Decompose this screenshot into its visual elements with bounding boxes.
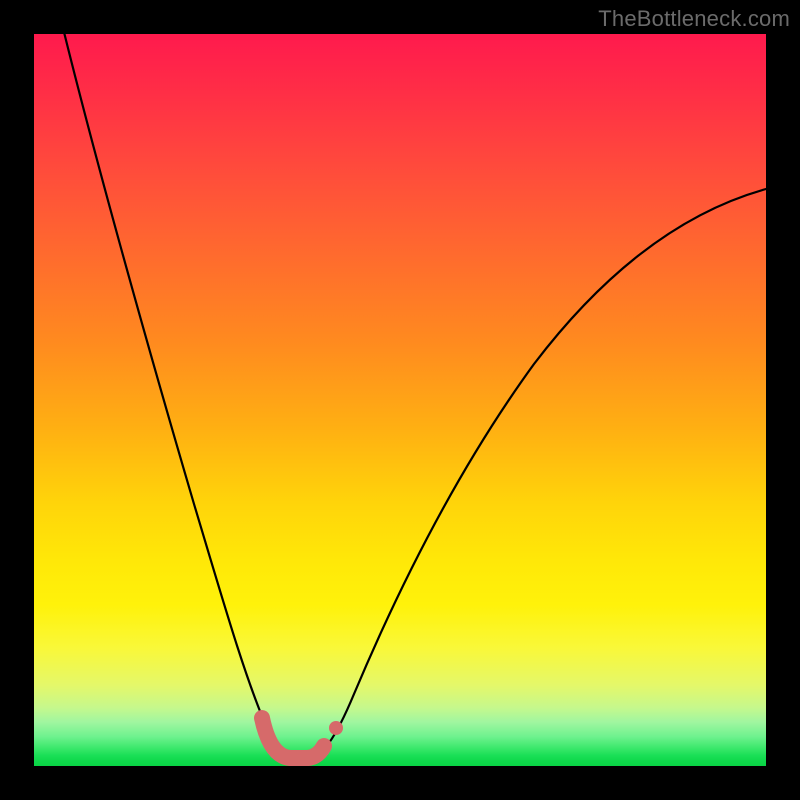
optimal-range-dot: [329, 721, 343, 735]
chart-frame: TheBottleneck.com: [0, 0, 800, 800]
plot-area: [34, 34, 766, 766]
bottleneck-curve: [62, 24, 766, 758]
optimal-range-marker: [262, 718, 324, 758]
watermark-text: TheBottleneck.com: [598, 6, 790, 32]
curve-layer: [34, 34, 766, 766]
